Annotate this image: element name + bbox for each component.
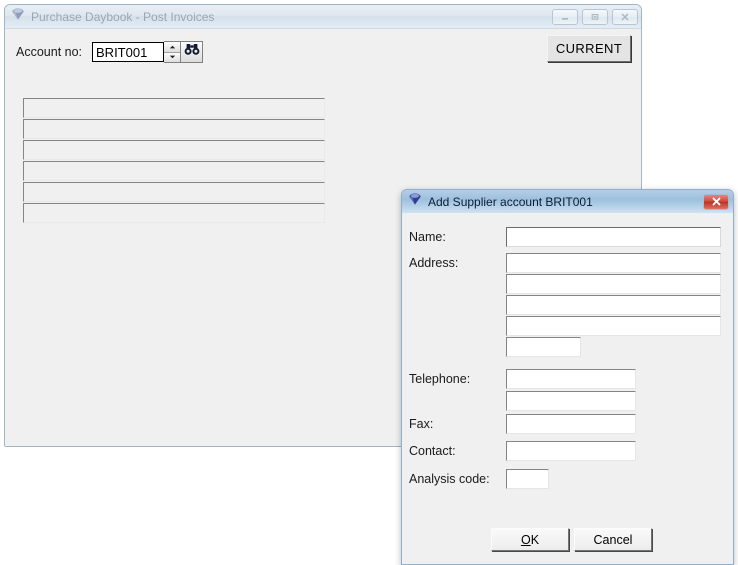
restore-button[interactable] (582, 8, 608, 25)
minimize-button[interactable] (552, 8, 578, 25)
address-line-4-input[interactable] (506, 316, 721, 336)
ok-label-rest: K (530, 532, 540, 547)
main-window-title: Purchase Daybook - Post Invoices (31, 9, 215, 24)
telephone-label: Telephone: (409, 372, 471, 386)
fax-input[interactable] (506, 414, 636, 434)
postcode-input[interactable] (506, 337, 581, 357)
cancel-button[interactable]: Cancel (574, 528, 652, 551)
account-number-label: Account no: (16, 45, 83, 59)
binoculars-icon (184, 43, 200, 61)
contact-label: Contact: (409, 444, 456, 458)
grid-row[interactable] (23, 161, 325, 181)
address-line-1-input[interactable] (506, 253, 721, 273)
account-number-stepper[interactable] (164, 41, 182, 63)
find-account-button[interactable] (181, 41, 204, 63)
current-button[interactable]: CURRENT (547, 35, 631, 62)
stepper-down-button[interactable] (164, 52, 181, 62)
dialog-titlebar[interactable]: Add Supplier account BRIT001 (402, 190, 733, 213)
gem-icon (408, 192, 422, 211)
telephone-input-2[interactable] (506, 391, 636, 411)
telephone-input-1[interactable] (506, 369, 636, 389)
dialog-title: Add Supplier account BRIT001 (428, 194, 593, 209)
stepper-up-button[interactable] (164, 42, 181, 53)
ok-button[interactable]: OK (491, 528, 569, 551)
gem-icon (11, 7, 25, 26)
grid-row[interactable] (23, 140, 325, 160)
contact-input[interactable] (506, 441, 636, 461)
grid-row[interactable] (23, 182, 325, 202)
analysis-code-label: Analysis code: (409, 472, 490, 486)
grid-row[interactable] (23, 119, 325, 139)
fax-label: Fax: (409, 417, 434, 431)
invoice-grid (23, 98, 325, 224)
account-number-row: Account no: (16, 41, 204, 63)
grid-row[interactable] (23, 98, 325, 118)
add-supplier-dialog: Add Supplier account BRIT001 Name: Addre… (401, 189, 734, 565)
name-input[interactable] (506, 227, 721, 247)
window-controls (552, 8, 638, 25)
dialog-body: Name: Address: Telephone: Fax: Contact: … (402, 213, 733, 564)
address-line-2-input[interactable] (506, 274, 721, 294)
close-button[interactable] (612, 8, 638, 25)
ok-accelerator: O (520, 532, 531, 547)
grid-row[interactable] (23, 203, 325, 223)
main-window-titlebar[interactable]: Purchase Daybook - Post Invoices (5, 5, 641, 29)
address-label: Address: (409, 256, 459, 270)
analysis-code-input[interactable] (506, 469, 549, 489)
dialog-close-button[interactable] (703, 193, 729, 210)
account-number-input[interactable] (92, 42, 165, 62)
address-line-3-input[interactable] (506, 295, 721, 315)
name-label: Name: (409, 230, 446, 244)
